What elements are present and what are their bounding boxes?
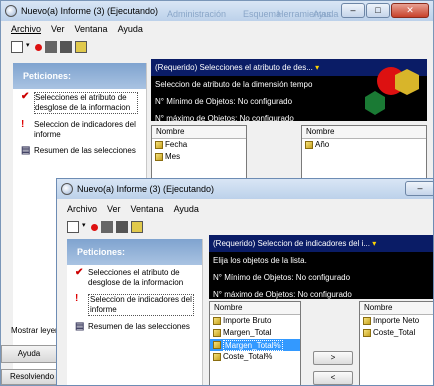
attribute-icon <box>155 141 163 149</box>
front-peticiones-header: Peticiones: <box>67 239 202 265</box>
close-button[interactable]: ✕ <box>391 3 429 18</box>
front-available-list[interactable]: Nombre Importe Bruto Margen_Total Margen… <box>209 301 301 385</box>
mostrar-leyenda-text: Mostrar leyen <box>11 326 60 335</box>
metric-icon <box>213 317 221 325</box>
front-toolbar: ▾ <box>57 217 433 237</box>
front-available-header[interactable]: Nombre <box>210 302 300 315</box>
resolviendo-status: Resolviendo <box>1 369 57 385</box>
summary-icon: ▤ <box>21 145 31 156</box>
list-item[interactable]: Importe Bruto <box>210 315 300 327</box>
metric-icon <box>213 341 221 349</box>
ghost-menu-esquema: Esquema <box>243 9 282 19</box>
front-banner-min: N° Mínimo de Objetos: No configurado <box>213 273 351 282</box>
menu-ver[interactable]: Ver <box>51 24 65 34</box>
app-icon <box>5 5 17 17</box>
app-icon <box>61 183 73 195</box>
grid-icon[interactable] <box>101 221 113 233</box>
back-peticiones-header: Peticiones: <box>13 63 146 89</box>
report-icon[interactable] <box>75 41 87 53</box>
metric-icon <box>213 353 221 361</box>
minimize-button[interactable]: – <box>341 3 365 18</box>
front-banner: (Requerido) Seleccion de indicadores del… <box>209 235 433 299</box>
run-icon[interactable] <box>35 43 42 51</box>
menu-archivo[interactable]: Archivo <box>11 24 41 34</box>
dropdown-icon[interactable]: ▾ <box>82 221 88 233</box>
list-item[interactable]: Coste_Total <box>360 327 433 339</box>
front-window-title: Nuevo(a) Informe (3) (Ejecutando) <box>77 184 215 194</box>
list-item-selected[interactable]: Margen_Total% <box>210 339 300 351</box>
dropdown-icon[interactable]: ▾ <box>26 41 32 53</box>
back-banner: (Requerido) Selecciones el atributo de d… <box>151 59 427 121</box>
cubes-graphic-icon <box>365 67 419 115</box>
list-item[interactable]: Año <box>302 139 426 151</box>
check-warning-icon: ✔ <box>21 91 30 102</box>
front-selected-header[interactable]: Nombre <box>360 302 433 315</box>
front-selected-list[interactable]: Nombre Importe Neto Coste_Total <box>359 301 433 385</box>
metric-icon <box>363 329 371 337</box>
front-banner-head: (Requerido) Seleccion de indicadores del… <box>209 235 433 252</box>
ayuda-button[interactable]: Ayuda <box>1 345 57 363</box>
menu-archivo[interactable]: Archivo <box>67 204 97 214</box>
back-window-title: Nuevo(a) Informe (3) (Ejecutando) <box>21 6 159 16</box>
add-button[interactable]: > <box>313 351 353 365</box>
back-toolbar: ▾ <box>1 37 433 57</box>
view-icon[interactable] <box>67 221 79 233</box>
list-item[interactable]: Coste_Total% <box>210 351 300 363</box>
stop-icon[interactable] <box>116 221 128 233</box>
stop-icon[interactable] <box>60 41 72 53</box>
menu-ayuda[interactable]: Ayuda <box>118 24 143 34</box>
dropdown-arrow-icon[interactable]: ▾ <box>372 239 376 248</box>
required-icon: ! <box>75 293 79 304</box>
remove-button[interactable]: < <box>313 371 353 385</box>
back-menubar: Archivo Ver Ventana Ayuda Administración… <box>1 9 433 37</box>
back-step-2[interactable]: ! Seleccion de indicadores del informe <box>13 117 146 143</box>
list-item[interactable]: Mes <box>152 151 246 163</box>
list-item[interactable]: Margen_Total <box>210 327 300 339</box>
ghost-menu-admin: Administración <box>167 9 227 19</box>
dropdown-arrow-icon[interactable]: ▾ <box>315 63 319 72</box>
front-left-pane: Peticiones: ✔ Selecciones el atributo de… <box>67 239 203 385</box>
back-step-1[interactable]: ✔ Selecciones el atributo de desglose de… <box>13 89 146 117</box>
menu-ventana[interactable]: Ventana <box>131 204 164 214</box>
back-selected-header[interactable]: Nombre <box>302 126 426 139</box>
menu-ventana[interactable]: Ventana <box>75 24 108 34</box>
menu-ayuda[interactable]: Ayuda <box>174 204 199 214</box>
run-icon[interactable] <box>91 223 98 231</box>
report-icon[interactable] <box>131 221 143 233</box>
front-menubar: Archivo Ver Ventana Ayuda <box>57 201 433 217</box>
front-step-3[interactable]: ▤ Resumen de las selecciones <box>67 319 202 335</box>
attribute-icon <box>155 153 163 161</box>
menu-ver[interactable]: Ver <box>107 204 121 214</box>
back-step-3[interactable]: ▤ Resumen de las selecciones <box>13 143 146 159</box>
front-report-window: Nuevo(a) Informe (3) (Ejecutando) – Arch… <box>56 178 434 386</box>
metric-icon <box>213 329 221 337</box>
grid-icon[interactable] <box>45 41 57 53</box>
front-step-1[interactable]: ✔ Selecciones el atributo de desglose de… <box>67 265 202 291</box>
front-step-2[interactable]: ! Seleccion de indicadores del informe <box>67 291 202 319</box>
front-banner-line1: Elija los objetos de la lista. <box>213 256 307 265</box>
attribute-icon <box>305 141 313 149</box>
back-available-header[interactable]: Nombre <box>152 126 246 139</box>
metric-icon <box>363 317 371 325</box>
minimize-button[interactable]: – <box>405 181 433 196</box>
maximize-button[interactable]: □ <box>366 3 390 18</box>
front-titlebar[interactable]: Nuevo(a) Informe (3) (Ejecutando) – <box>57 179 433 199</box>
view-icon[interactable] <box>11 41 23 53</box>
required-icon: ! <box>21 119 25 130</box>
ghost-menu-ayuda: Ayuda <box>313 9 339 19</box>
list-item[interactable]: Importe Neto <box>360 315 433 327</box>
check-warning-icon: ✔ <box>75 267 84 278</box>
summary-icon: ▤ <box>75 321 85 332</box>
front-banner-max: N° máximo de Objetos: No configurado <box>213 290 352 299</box>
list-item[interactable]: Fecha <box>152 139 246 151</box>
